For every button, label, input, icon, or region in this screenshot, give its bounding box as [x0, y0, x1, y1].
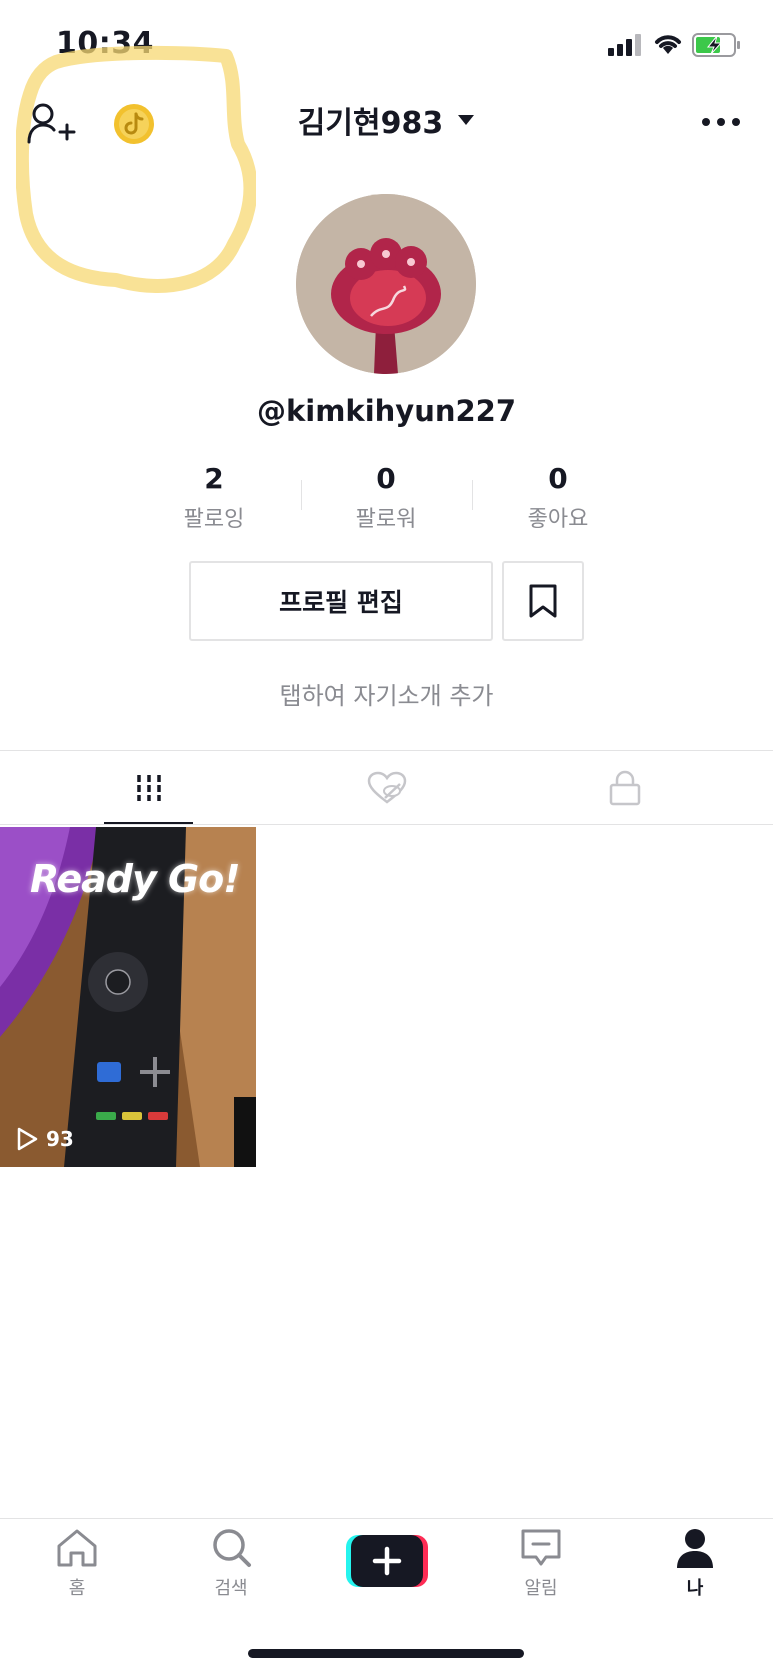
- highlight-scribble: [14, 44, 258, 308]
- edit-profile-button[interactable]: 프로필 편집: [189, 561, 493, 641]
- nav-inbox-label: 알림: [524, 1578, 558, 1599]
- likes-count: 0: [548, 462, 568, 495]
- tab-liked[interactable]: [298, 751, 476, 824]
- following-stat[interactable]: 2 팔로잉: [144, 462, 284, 533]
- nav-inbox[interactable]: 알림: [486, 1528, 596, 1600]
- battery-charging-icon: [692, 33, 742, 61]
- followers-label: 팔로워: [355, 507, 417, 532]
- create-button[interactable]: [346, 1535, 428, 1587]
- followers-stat[interactable]: 0 팔로워: [316, 462, 456, 533]
- avatar[interactable]: [296, 194, 476, 374]
- home-icon: [57, 1529, 97, 1567]
- nav-profile[interactable]: 나: [640, 1528, 750, 1600]
- more-options-button[interactable]: [700, 110, 742, 134]
- followers-count: 0: [376, 462, 396, 495]
- video-caption-overlay: Ready Go!: [30, 857, 241, 901]
- search-icon: [213, 1529, 251, 1567]
- tab-private[interactable]: [536, 751, 714, 824]
- stat-divider: [472, 480, 473, 510]
- hidden-heart-icon: [367, 771, 407, 804]
- wifi-icon: [652, 32, 684, 60]
- view-count: 93: [16, 1127, 74, 1151]
- cellular-signal-icon: [608, 34, 644, 60]
- lock-icon: [609, 770, 641, 805]
- chevron-down-icon: [457, 111, 475, 130]
- play-icon: [17, 1127, 38, 1151]
- inbox-icon: [521, 1529, 561, 1566]
- add-bio-prompt[interactable]: 탭하여 자기소개 추가: [0, 676, 773, 711]
- account-switcher[interactable]: 김기현983: [0, 98, 773, 142]
- divider: [0, 824, 773, 825]
- nav-search-label: 검색: [214, 1578, 248, 1599]
- username: 김기현983: [297, 106, 444, 141]
- following-count: 2: [204, 462, 224, 495]
- nav-home-label: 홈: [68, 1578, 86, 1599]
- nav-search[interactable]: 검색: [176, 1528, 286, 1600]
- nav-profile-label: 나: [686, 1578, 704, 1599]
- favorites-button[interactable]: [502, 561, 584, 641]
- bookmark-icon: [529, 584, 557, 618]
- divider: [0, 1518, 773, 1519]
- nav-home[interactable]: 홈: [22, 1528, 132, 1600]
- profile-handle: @kimkihyun227: [256, 394, 517, 428]
- view-count-value: 93: [46, 1127, 74, 1151]
- grid-icon: [137, 774, 161, 801]
- following-label: 팔로잉: [183, 507, 245, 532]
- likes-stat[interactable]: 0 좋아요: [488, 462, 628, 533]
- video-thumbnail[interactable]: Ready Go! 93: [0, 827, 256, 1167]
- stat-divider: [301, 480, 302, 510]
- profile-icon: [677, 1529, 713, 1568]
- likes-label: 좋아요: [527, 507, 589, 532]
- more-icon: [702, 118, 740, 126]
- plus-icon: [346, 1535, 428, 1587]
- tab-videos[interactable]: [60, 751, 238, 824]
- home-indicator: [248, 1649, 524, 1658]
